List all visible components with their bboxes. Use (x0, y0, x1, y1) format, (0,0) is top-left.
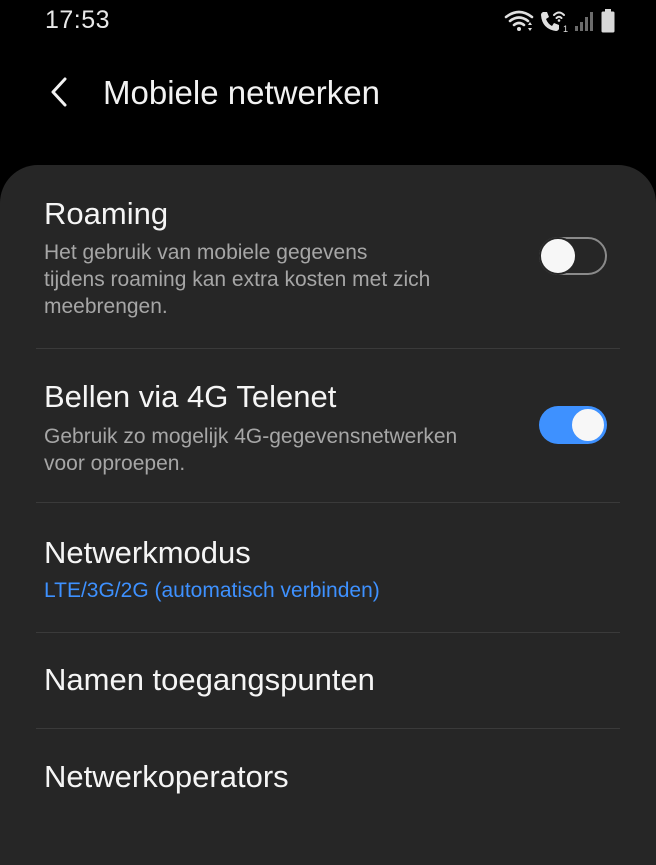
volte-subtitle-line: Gebruik zo mogelijk 4G-gegevensnetwerken (44, 425, 458, 448)
settings-card: Roaming Het gebruik van mobiele gegevens… (0, 165, 656, 865)
chevron-left-icon (48, 76, 72, 113)
network-mode-title: Netwerkmodus (44, 535, 251, 570)
apn-setting[interactable]: Namen toegangspunten (0, 633, 656, 728)
apn-title: Namen toegangspunten (44, 662, 375, 697)
back-button[interactable] (36, 70, 84, 118)
volte-subtitle-line: voor oproepen. (44, 452, 186, 475)
status-time: 17:53 (45, 6, 111, 34)
roaming-title: Roaming (44, 196, 169, 231)
volte-setting[interactable]: Bellen via 4G Telenet Gebruik zo mogelij… (0, 349, 656, 502)
operators-setting[interactable]: Netwerkoperators (0, 729, 656, 824)
roaming-subtitle-line: tijdens roaming kan extra kosten met zic… (44, 268, 431, 291)
wifi-icon (504, 9, 534, 33)
wifi-calling-icon: 1 (538, 9, 570, 33)
app-bar: Mobiele netwerken (0, 60, 656, 130)
roaming-toggle[interactable] (539, 237, 607, 275)
status-icons: 1 (504, 8, 616, 34)
signal-icon (574, 9, 596, 33)
network-mode-value: LTE/3G/2G (automatisch verbinden) (44, 579, 380, 602)
network-mode-setting[interactable]: Netwerkmodus LTE/3G/2G (automatisch verb… (0, 503, 656, 632)
volte-title: Bellen via 4G Telenet (44, 379, 337, 414)
operators-title: Netwerkoperators (44, 759, 289, 794)
sim-slot-label: 1 (563, 24, 568, 33)
status-bar: 17:53 1 (0, 0, 656, 44)
roaming-subtitle-line: meebrengen. (44, 295, 168, 318)
toggle-knob (570, 407, 606, 443)
volte-subtitle: Gebruik zo mogelijk 4G-gegevensnetwerken… (44, 423, 524, 477)
page-title: Mobiele netwerken (103, 74, 380, 111)
toggle-knob (539, 237, 577, 275)
roaming-setting[interactable]: Roaming Het gebruik van mobiele gegevens… (0, 165, 656, 348)
battery-icon (600, 8, 616, 34)
volte-toggle[interactable] (539, 406, 607, 444)
roaming-subtitle-line: Het gebruik van mobiele gegevens (44, 241, 368, 264)
roaming-subtitle: Het gebruik van mobiele gegevens tijdens… (44, 239, 504, 320)
